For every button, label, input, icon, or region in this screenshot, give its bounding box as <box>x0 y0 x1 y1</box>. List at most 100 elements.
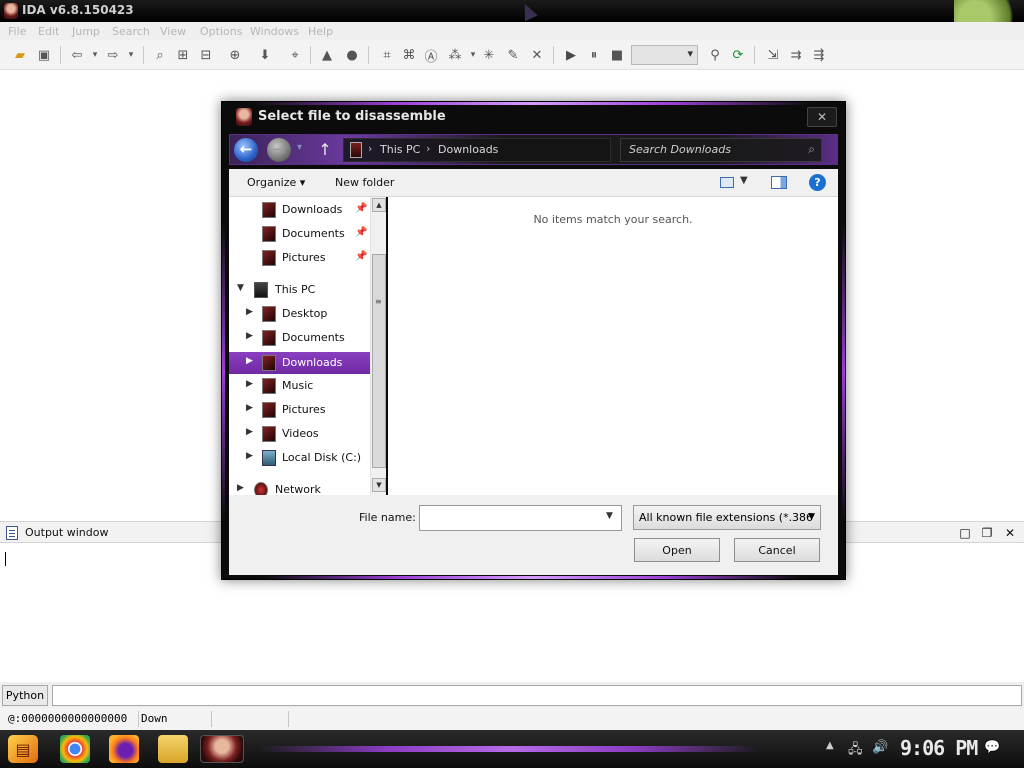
file-explorer-icon[interactable] <box>158 735 188 763</box>
nav-item-quick-pictures[interactable]: Pictures 📌 <box>229 247 370 269</box>
nav-item-this-pc[interactable]: ▼ This PC <box>229 279 370 301</box>
nav-item-pictures[interactable]: ▶ Pictures <box>229 399 370 421</box>
back-arrow-icon[interactable]: ⇦ <box>68 46 86 64</box>
scroll-up-icon[interactable]: ▲ <box>372 198 386 212</box>
stop-icon[interactable]: ■ <box>608 46 626 64</box>
ida-taskbar-icon[interactable] <box>200 735 244 763</box>
dialog-close-button[interactable]: ✕ <box>807 107 837 127</box>
menu-windows[interactable]: Windows <box>250 25 299 38</box>
nav-item-desktop[interactable]: ▶ Desktop <box>229 303 370 325</box>
scroll-down-icon[interactable]: ▼ <box>372 478 386 492</box>
binary-search-icon[interactable]: ⊞ <box>174 46 192 64</box>
address-bar[interactable]: › This PC › Downloads <box>343 138 611 162</box>
menu-options[interactable]: Options <box>200 25 242 38</box>
debugger-select[interactable] <box>631 45 698 65</box>
firefox-icon[interactable] <box>109 735 139 763</box>
open-folder-icon[interactable]: ▰ <box>11 46 29 64</box>
string-icon[interactable]: Ⓐ <box>422 46 440 65</box>
data-icon[interactable]: ⌘ <box>400 46 418 64</box>
breadcrumb-chevron-icon[interactable]: › <box>426 142 430 155</box>
float-icon[interactable]: ❐ <box>979 525 995 541</box>
attach-icon[interactable]: ⚲ <box>706 46 724 64</box>
jump-down-icon[interactable]: ⬇ <box>256 46 274 64</box>
file-name-dropdown-icon[interactable]: ▼ <box>606 511 613 521</box>
python-command-input[interactable] <box>52 685 1022 706</box>
struct-icon[interactable]: ✳ <box>480 46 498 64</box>
menu-file[interactable]: File <box>8 25 26 38</box>
file-name-field[interactable] <box>419 505 622 531</box>
breadcrumb-downloads[interactable]: Downloads <box>438 143 498 156</box>
view-options-dropdown-icon[interactable]: ▼ <box>740 175 748 186</box>
python-language-button[interactable]: Python <box>2 685 48 706</box>
breadcrumb-this-pc[interactable]: This PC <box>380 143 420 156</box>
back-button[interactable]: ← <box>234 138 258 162</box>
cancel-button[interactable]: Cancel <box>734 538 820 562</box>
forward-dropdown-icon[interactable]: ▾ <box>122 46 140 64</box>
navigation-scrollbar[interactable]: ▲ ≡ ▼ <box>370 197 386 495</box>
expand-arrow-icon[interactable]: ▶ <box>246 356 253 366</box>
step-over-icon[interactable]: ⇉ <box>787 46 805 64</box>
collapse-arrow-icon[interactable]: ▼ <box>237 283 244 293</box>
expand-arrow-icon[interactable]: ▶ <box>246 451 253 461</box>
save-icon[interactable]: ▣ <box>35 46 53 64</box>
taskbar-clock[interactable]: 9:06 PM <box>900 736 978 760</box>
nav-item-local-disk[interactable]: ▶ Local Disk (C:) <box>229 447 370 469</box>
pause-icon[interactable]: ⏸ <box>585 46 603 64</box>
array-icon[interactable]: ⁂ <box>446 46 464 64</box>
preview-pane-icon[interactable] <box>771 176 787 189</box>
restore-icon[interactable]: □ <box>957 525 973 541</box>
forward-button[interactable]: → <box>267 138 291 162</box>
undefine-icon[interactable]: ✕ <box>528 46 546 64</box>
find-icon[interactable]: ⌖ <box>286 46 304 64</box>
file-list-pane[interactable]: No items match your search. <box>388 197 838 495</box>
immediate-search-icon[interactable]: ⊟ <box>197 46 215 64</box>
breadcrumb-chevron-icon[interactable]: › <box>368 142 372 155</box>
close-icon[interactable]: ✕ <box>1002 525 1018 541</box>
menu-edit[interactable]: Edit <box>38 25 59 38</box>
change-view-icon[interactable] <box>720 177 734 188</box>
expand-arrow-icon[interactable]: ▶ <box>246 331 253 341</box>
graph-icon[interactable]: ▲ <box>318 46 336 64</box>
search-input[interactable]: Search Downloads ⌕ <box>620 138 822 162</box>
up-folder-button[interactable]: ↑ <box>314 139 336 161</box>
nav-item-documents[interactable]: ▶ Documents <box>229 327 370 349</box>
tray-chevron-icon[interactable]: ▲ <box>826 740 834 751</box>
next-search-icon[interactable]: ⊕ <box>226 46 244 64</box>
run-to-cursor-icon[interactable]: ⇶ <box>810 46 828 64</box>
expand-arrow-icon[interactable]: ▶ <box>246 379 253 389</box>
menu-help[interactable]: Help <box>308 25 333 38</box>
expand-arrow-icon[interactable]: ▶ <box>237 483 244 493</box>
scrollbar-thumb[interactable] <box>372 254 386 468</box>
chrome-icon[interactable] <box>60 735 90 763</box>
search-icon[interactable]: ⌕ <box>808 142 815 157</box>
menu-view[interactable]: View <box>160 25 186 38</box>
nav-item-downloads[interactable]: ▶ Downloads <box>229 352 370 374</box>
play-icon[interactable]: ▶ <box>562 46 580 64</box>
organize-button[interactable]: Organize ▾ <box>247 176 305 189</box>
back-dropdown-icon[interactable]: ▾ <box>86 46 104 64</box>
volume-icon[interactable]: 🔊 <box>872 740 888 755</box>
breakpoint-icon[interactable]: ● <box>343 46 361 64</box>
nav-item-quick-downloads[interactable]: Downloads 📌 <box>229 199 370 221</box>
recent-locations-icon[interactable]: ▾ <box>297 142 302 153</box>
expand-arrow-icon[interactable]: ▶ <box>246 307 253 317</box>
pin-icon[interactable]: 📌 <box>355 227 367 238</box>
help-icon[interactable]: ? <box>809 174 826 191</box>
code-icon[interactable]: ⌗ <box>378 46 396 64</box>
start-button[interactable]: ▤ <box>8 735 38 763</box>
pin-icon[interactable]: 📌 <box>355 251 367 262</box>
rename-icon[interactable]: ✎ <box>504 46 522 64</box>
network-icon[interactable]: 🖧 <box>848 740 863 762</box>
menu-search[interactable]: Search <box>112 25 150 38</box>
file-type-select[interactable]: All known file extensions (*.386 ▼ <box>633 505 821 530</box>
expand-arrow-icon[interactable]: ▶ <box>246 427 253 437</box>
notification-icon[interactable]: 💬 <box>984 740 1000 755</box>
open-button[interactable]: Open <box>634 538 720 562</box>
nav-item-quick-documents[interactable]: Documents 📌 <box>229 223 370 245</box>
expand-arrow-icon[interactable]: ▶ <box>246 403 253 413</box>
step-into-icon[interactable]: ⇲ <box>764 46 782 64</box>
nav-item-videos[interactable]: ▶ Videos <box>229 423 370 445</box>
text-search-icon[interactable]: ⌕ <box>151 46 169 64</box>
forward-arrow-icon[interactable]: ⇨ <box>104 46 122 64</box>
menu-jump[interactable]: Jump <box>72 25 100 38</box>
